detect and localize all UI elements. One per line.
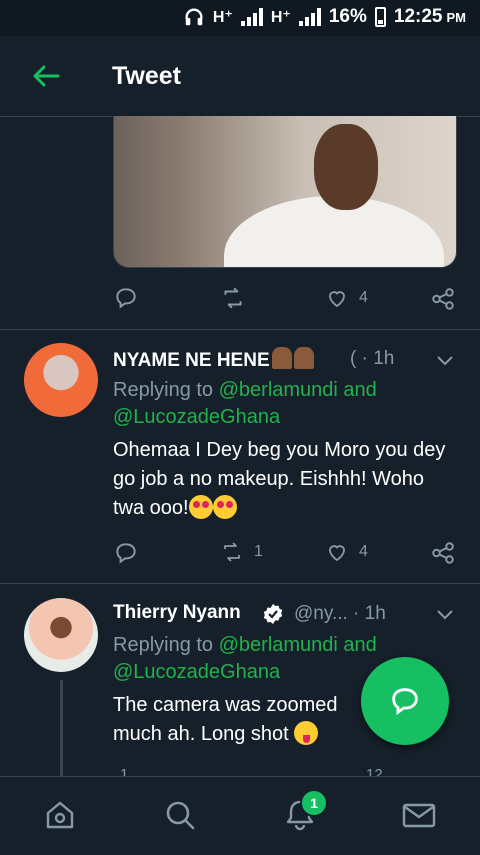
heart-icon: [329, 545, 345, 562]
battery-icon: [374, 7, 386, 27]
network-type-1: H⁺: [212, 9, 233, 26]
page-title: Tweet: [112, 62, 181, 90]
retweet-count: 1: [254, 543, 263, 560]
thread-line: [60, 680, 63, 776]
divider: [0, 329, 480, 330]
network-type-2: H⁺: [270, 9, 291, 26]
reply-meta: @ny... · 1h: [294, 603, 386, 624]
mention-link[interactable]: @LucozadeGhana: [113, 406, 280, 428]
reply-icon[interactable]: [113, 285, 139, 311]
raised-hands-emoji: [293, 347, 314, 369]
compose-reply-button[interactable]: [361, 657, 449, 745]
reply-text: Ohemaa I Dey beg you Moro you dey go job…: [113, 439, 446, 519]
like-count: 4: [359, 289, 368, 306]
reply-meta: ( · 1h: [350, 348, 395, 369]
mention-link[interactable]: @berlamundi: [219, 379, 338, 401]
praying-hands-emoji: [271, 347, 292, 369]
retweet-icon[interactable]: [220, 285, 246, 311]
signal-icon-2: [298, 8, 321, 26]
clock: 12:25: [393, 6, 443, 27]
like-action[interactable]: 4: [325, 540, 368, 564]
retweet-action[interactable]: 1: [220, 540, 263, 564]
divider: [0, 583, 480, 584]
reply-author-name[interactable]: NYAME NE HENE: [113, 347, 314, 372]
replying-to: Replying to @berlamundi and @LucozadeGha…: [113, 379, 377, 428]
chevron-down-icon[interactable]: [436, 355, 454, 367]
reply-text: The camera was zoomed much ah. Long shot: [113, 694, 338, 745]
clock-ampm: PM: [446, 9, 467, 25]
photo-face: [314, 124, 378, 210]
heart-icon: [329, 291, 345, 308]
signal-icon: [240, 8, 263, 26]
avatar[interactable]: [24, 343, 98, 417]
verified-badge-icon: [263, 604, 283, 624]
mention-link[interactable]: @LucozadeGhana: [113, 661, 280, 683]
reply-author-name[interactable]: Thierry Nyann: [113, 602, 241, 624]
like-action[interactable]: 4: [325, 286, 368, 310]
tongue-emoji: [294, 721, 319, 745]
share-icon[interactable]: [430, 286, 456, 312]
heart-eyes-emoji: [188, 495, 213, 519]
chevron-down-icon[interactable]: [436, 609, 454, 621]
avatar[interactable]: [24, 598, 98, 672]
tweet-media-image[interactable]: [113, 116, 457, 268]
reply-icon[interactable]: [113, 540, 139, 566]
share-icon[interactable]: [430, 540, 456, 566]
headphones-icon: [185, 8, 203, 26]
retweet-icon: [224, 542, 240, 562]
battery-percent: 16%: [328, 6, 367, 27]
like-count: 4: [359, 543, 368, 560]
notifications-badge: 1: [300, 789, 328, 817]
home-icon[interactable]: [42, 797, 78, 833]
mention-link[interactable]: @berlamundi: [219, 634, 338, 656]
chat-bubble-icon: [392, 688, 418, 716]
bottom-nav: 1: [0, 776, 480, 855]
back-arrow-icon[interactable]: [30, 62, 62, 90]
status-bar: H⁺ H⁺ 16% 12:25 PM: [0, 0, 480, 36]
search-icon[interactable]: [162, 797, 198, 833]
mail-icon[interactable]: [401, 797, 437, 833]
heart-eyes-emoji: [212, 495, 237, 519]
app-bar: Tweet: [0, 36, 480, 117]
